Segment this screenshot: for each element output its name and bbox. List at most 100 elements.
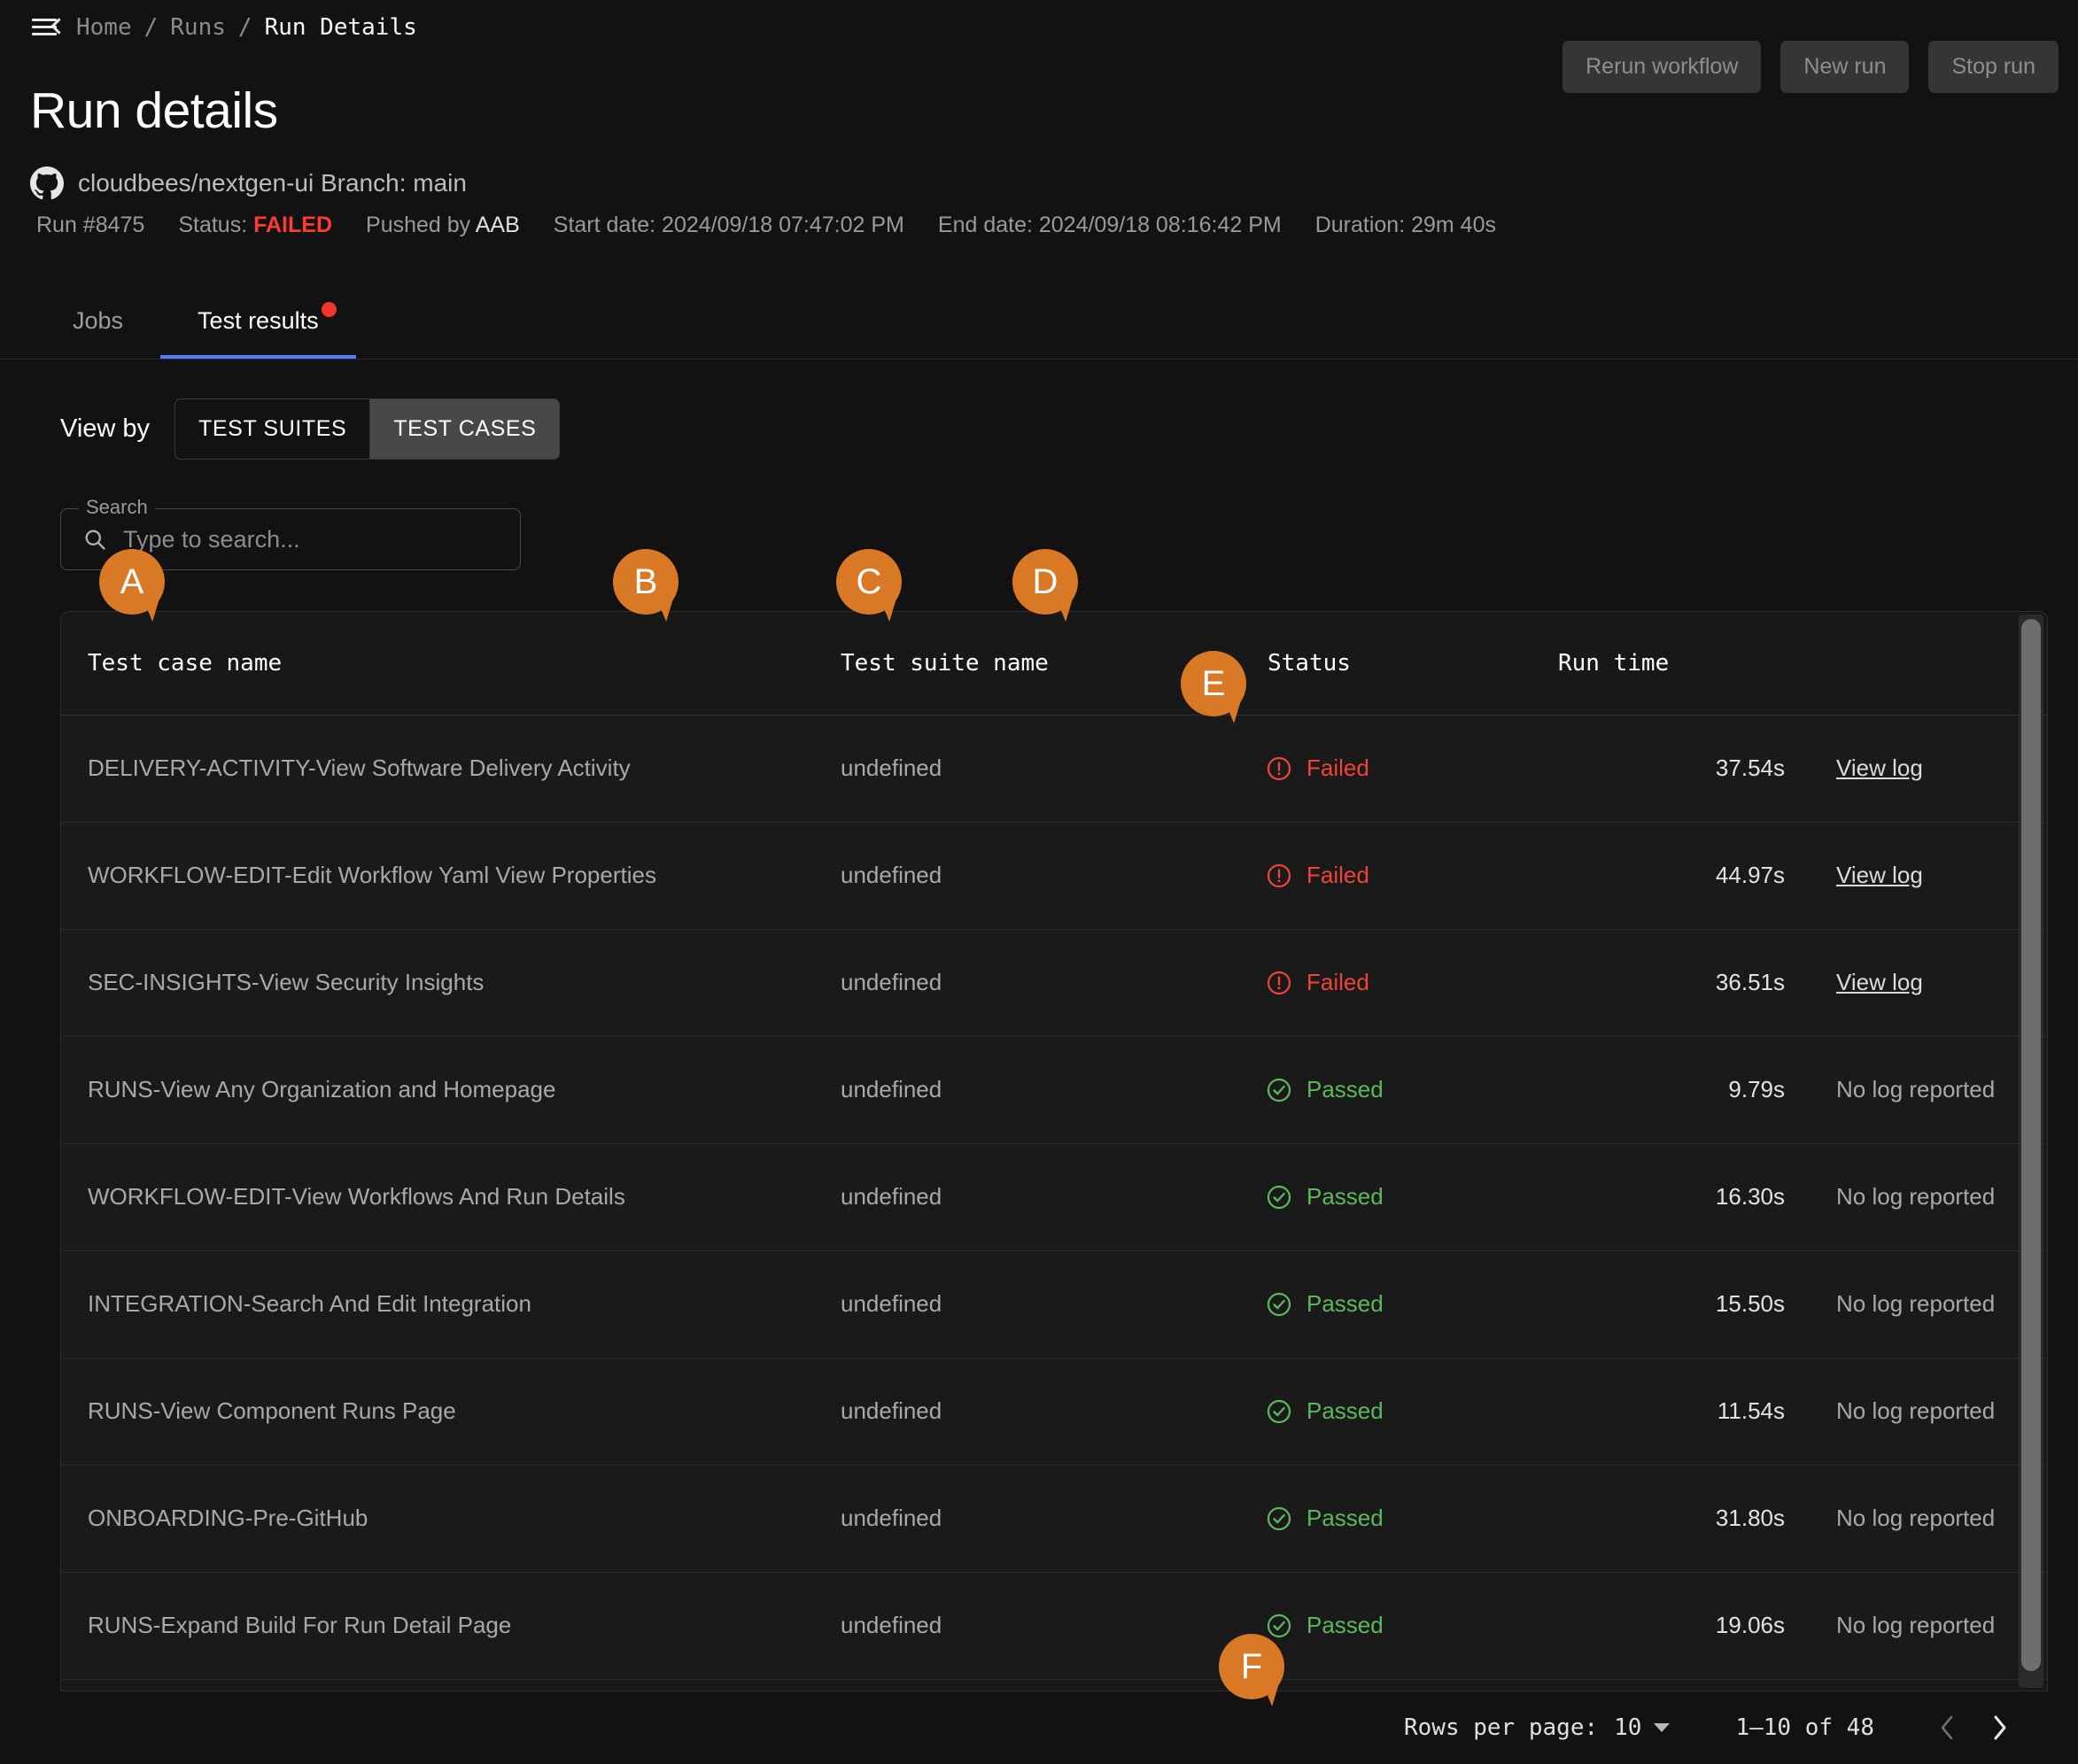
status-badge: Failed [1307,862,1369,888]
status-badge: Passed [1307,1612,1384,1638]
github-icon [30,166,64,200]
table-scrollbar-thumb[interactable] [2021,619,2041,1671]
no-log-text: No log reported [1836,1290,1996,1317]
view-log-link[interactable]: View log [1836,862,1923,888]
cell-log: No log reported [1824,1250,2047,1358]
cell-status: Failed [1213,715,1558,823]
status-badge: Passed [1307,1076,1384,1102]
check-circle-icon [1267,1185,1291,1209]
rows-per-page-value: 10 [1614,1714,1642,1741]
tab-bar: Jobs Test results [0,283,2078,360]
chevron-down-icon [1654,1723,1671,1732]
error-circle-icon [1267,756,1291,780]
check-circle-icon [1267,1292,1291,1316]
callout-label: A [99,549,165,615]
search-legend-label: Search [79,496,155,519]
search-input[interactable] [123,525,520,553]
cell-status: Passed [1213,1465,1558,1573]
end-date: End date: 2024/09/18 08:16:42 PM [937,213,1282,237]
repository-info: cloudbees/nextgen-ui Branch: main [30,166,467,200]
cell-test-case-name: ONBOARDING-Pre-GitHub [61,1465,841,1573]
cell-test-case-name: SEC-INSIGHTS-View Security Insights [61,929,841,1037]
previous-page-button[interactable] [1922,1702,1973,1753]
rows-per-page-select[interactable]: 10 [1614,1714,1671,1741]
view-by-control: View by TEST SUITES TEST CASES [60,398,561,460]
cell-status: Failed [1213,929,1558,1037]
breadcrumb: Home / Runs / Run Details [32,14,417,41]
error-circle-icon [1267,971,1291,994]
view-log-link[interactable]: View log [1836,969,1923,995]
table-row[interactable]: DELIVERY-ACTIVITY-View Software Delivery… [61,715,2047,823]
check-circle-icon [1267,1078,1291,1102]
status-badge: Passed [1307,1397,1384,1424]
breadcrumb-separator-2: / [237,14,252,41]
callout-label: C [836,549,902,615]
view-by-test-cases-button[interactable]: TEST CASES [369,399,560,459]
table-row[interactable]: INTEGRATION-Search And Edit Integration u… [61,1250,2047,1358]
next-page-button[interactable] [1973,1702,2025,1753]
breadcrumb-separator-1: / [143,14,159,41]
pushed-by: Pushed by AAB [349,213,537,238]
status-badge: Failed [1307,969,1369,995]
tab-jobs[interactable]: Jobs [35,282,160,359]
rerun-workflow-button[interactable]: Rerun workflow [1562,41,1762,93]
cell-test-case-name: RUNS-View Component Runs Page [61,1358,841,1466]
no-log-text: No log reported [1836,1076,1996,1102]
cell-log: No log reported [1824,1465,2047,1573]
pagination-range: 1–10 of 48 [1735,1714,1874,1741]
tab-jobs-label: Jobs [73,306,124,334]
cell-test-suite-name: undefined [841,1036,1213,1144]
cell-test-case-name: DELIVERY-ACTIVITY-View Software Delivery… [61,715,841,823]
callout-pin-b: B [613,549,678,622]
breadcrumb-item-runs[interactable]: Runs [170,14,226,41]
new-run-button[interactable]: New run [1780,41,1910,93]
tab-test-results[interactable]: Test results [160,282,356,359]
cell-test-suite-name: undefined [841,1143,1213,1251]
cell-run-time: 36.51s [1558,929,1824,1037]
page-title: Run details [30,82,278,139]
chevron-left-icon [1941,1715,1953,1740]
table-row[interactable]: ONBOARDING-Pre-GitHub undefined Passed 31.8… [61,1465,2047,1573]
column-header-test-case-name[interactable]: Test case name [61,612,841,716]
cell-test-suite-name: undefined [841,1358,1213,1466]
table-body: DELIVERY-ACTIVITY-View Software Delivery… [61,715,2047,1680]
cell-log: View log [1824,715,2047,823]
cell-status: Passed [1213,1358,1558,1466]
table-row[interactable]: WORKFLOW-EDIT-View Workflows And Run Det… [61,1143,2047,1251]
table-row[interactable]: RUNS-View Component Runs Page undefined Pa… [61,1358,2047,1466]
duration: Duration: 29m 40s [1314,213,1496,237]
run-number: Run #8475 [36,213,145,237]
cell-test-suite-name: undefined [841,715,1213,823]
column-header-status[interactable]: Status [1213,612,1558,716]
column-header-run-time[interactable]: Run time [1558,612,1824,716]
view-by-test-suites-button[interactable]: TEST SUITES [175,399,369,459]
cell-test-suite-name: undefined [841,1572,1213,1680]
table-row[interactable]: RUNS-Expand Build For Run Detail Page und… [61,1572,2047,1680]
callout-label: E [1181,651,1246,716]
cell-test-case-name: RUNS-View Any Organization and Homepage [61,1036,841,1144]
chevron-right-icon [1994,1715,2006,1740]
table-header-row: Test case name Test suite name Status Ru… [61,612,2047,716]
cell-log: View log [1824,929,2047,1037]
cell-test-suite-name: undefined [841,822,1213,930]
view-log-link[interactable]: View log [1836,754,1923,781]
cell-test-case-name: WORKFLOW-EDIT-Edit Workflow Yaml View Pr… [61,822,841,930]
table-row[interactable]: WORKFLOW-EDIT-Edit Workflow Yaml View Pr… [61,822,2047,930]
tab-test-results-label: Test results [198,306,319,334]
table-row[interactable]: SEC-INSIGHTS-View Security Insights undef… [61,929,2047,1037]
test-results-table: Test case name Test suite name Status Ru… [61,612,2047,1680]
hamburger-collapse-icon[interactable] [32,15,67,40]
status-badge: Passed [1307,1505,1384,1531]
column-header-test-suite-name[interactable]: Test suite name [841,612,1213,716]
cell-status: Passed [1213,1036,1558,1144]
stop-run-button[interactable]: Stop run [1928,41,2059,93]
tab-badge-dot-icon [321,302,337,317]
breadcrumb-item-home[interactable]: Home [76,14,132,41]
cell-run-time: 19.06s [1558,1572,1824,1680]
view-by-label: View by [60,414,151,443]
run-status-label: Status: [178,213,248,237]
cell-test-suite-name: undefined [841,1250,1213,1358]
callout-pin-d: D [1012,549,1078,622]
table-header: Test case name Test suite name Status Ru… [61,612,2047,716]
table-row[interactable]: RUNS-View Any Organization and Homepage u… [61,1036,2047,1144]
